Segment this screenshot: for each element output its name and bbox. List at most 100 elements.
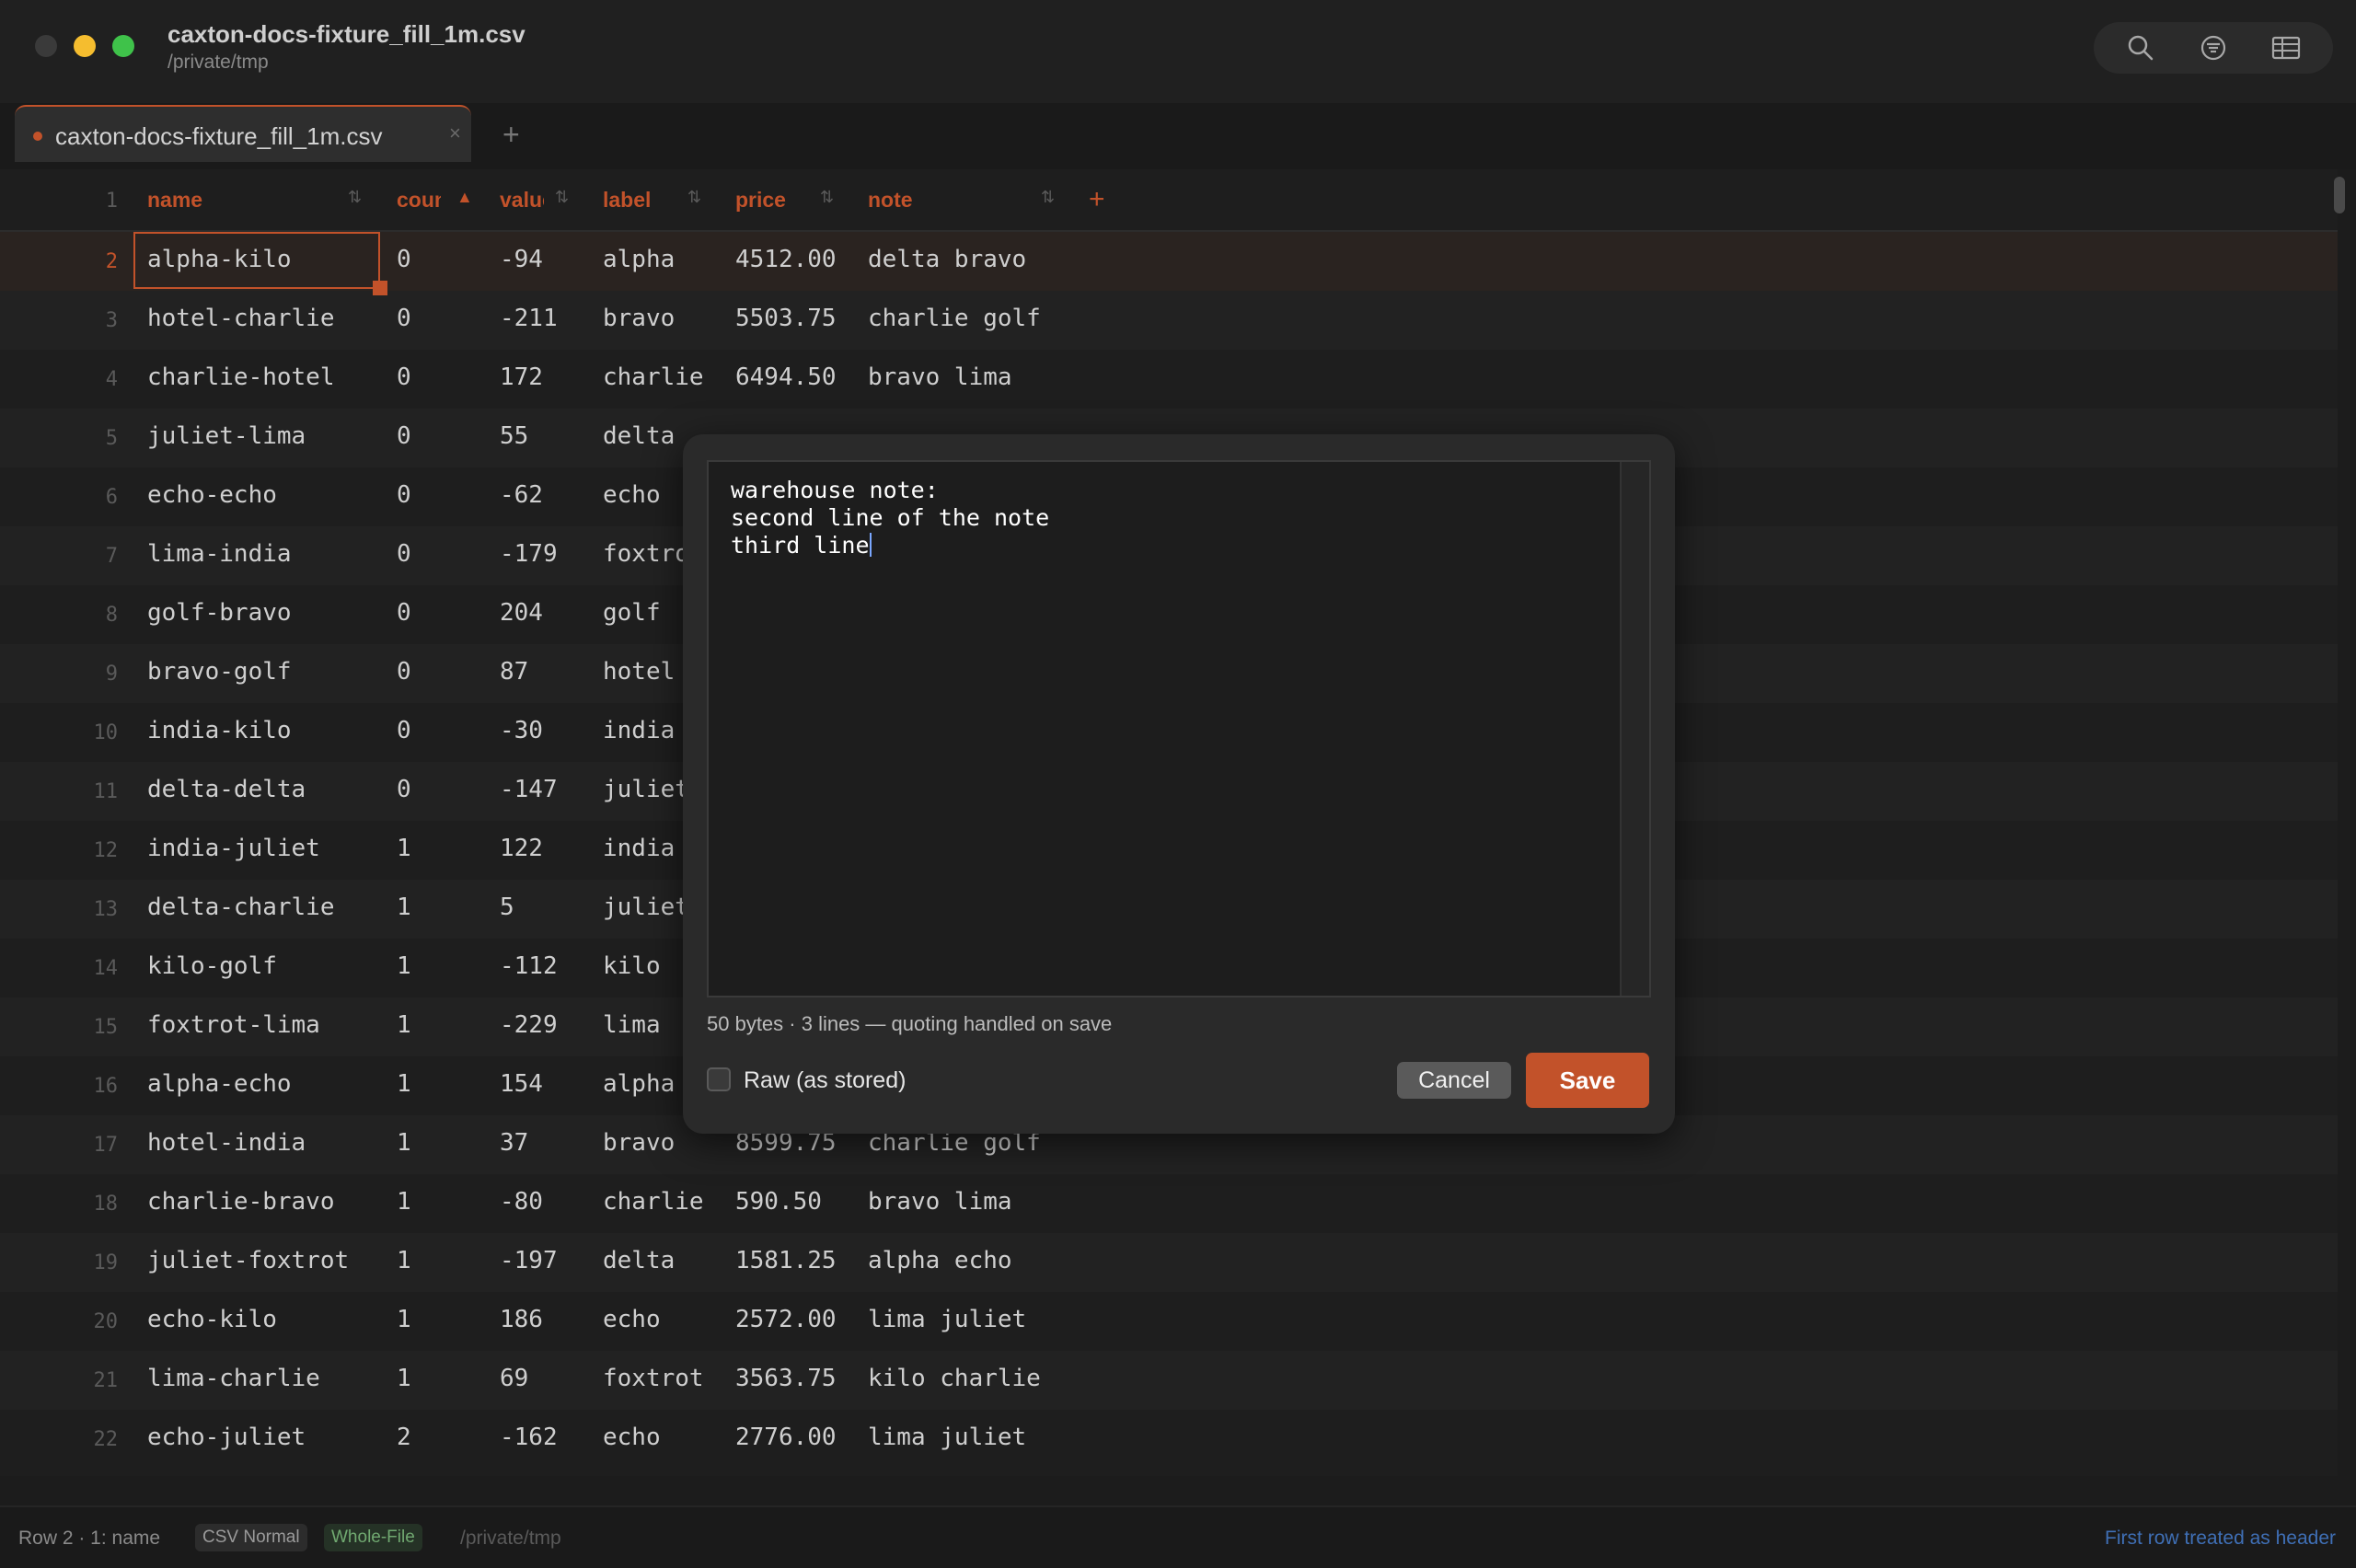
- table-cell[interactable]: india-kilo: [147, 717, 377, 744]
- table-cell[interactable]: 37: [500, 1129, 592, 1157]
- sort-icon[interactable]: ⇅: [555, 188, 569, 207]
- table-cell[interactable]: 2776.00: [735, 1424, 855, 1451]
- multiline-editor[interactable]: warehouse note: second line of the note …: [707, 460, 1651, 997]
- table-cell[interactable]: charlie: [603, 363, 722, 391]
- table-cell[interactable]: 0: [397, 363, 489, 391]
- row-number[interactable]: 15: [0, 1016, 119, 1039]
- table-cell[interactable]: juliet-lima: [147, 422, 377, 450]
- table-cell[interactable]: 87: [500, 658, 592, 686]
- table-cell[interactable]: 0: [397, 481, 489, 509]
- table-cell[interactable]: 154: [500, 1070, 592, 1098]
- table-row[interactable]: 4 charlie-hotel 0 172 charlie 6494.50 bravo li…: [0, 350, 2338, 409]
- row-number[interactable]: 5: [0, 427, 118, 450]
- editor-text[interactable]: warehouse note: second line of the note …: [731, 477, 1049, 559]
- table-cell[interactable]: 5: [500, 894, 592, 921]
- cancel-button[interactable]: Cancel: [1397, 1062, 1511, 1099]
- table-cell[interactable]: bravo: [603, 305, 722, 332]
- table-cell[interactable]: 0: [397, 599, 489, 627]
- table-cell[interactable]: 1: [397, 1247, 489, 1274]
- table-cell[interactable]: 204: [500, 599, 592, 627]
- row-number[interactable]: 7: [0, 545, 118, 568]
- table-cell[interactable]: echo-juliet: [147, 1424, 377, 1451]
- table-cell[interactable]: 1581.25: [735, 1247, 855, 1274]
- table-cell[interactable]: -229: [500, 1011, 592, 1039]
- table-cell[interactable]: 3563.75: [735, 1365, 855, 1392]
- table-row[interactable]: 20 echo-kilo 1 186 echo 2572.00 lima juliet: [0, 1292, 2338, 1351]
- sort-icon[interactable]: ⇅: [1041, 188, 1055, 207]
- table-cell[interactable]: 55: [500, 422, 592, 450]
- row-number[interactable]: 16: [0, 1075, 119, 1098]
- table-cell[interactable]: delta-delta: [147, 776, 377, 803]
- table-cell[interactable]: 122: [500, 835, 592, 862]
- sort-icon[interactable]: ⇅: [687, 188, 701, 207]
- row-number[interactable]: 22: [0, 1428, 119, 1451]
- table-cell[interactable]: alpha-echo: [147, 1070, 377, 1098]
- table-cell[interactable]: 1: [397, 1365, 489, 1392]
- table-cell[interactable]: kilo-golf: [147, 952, 377, 980]
- table-cell[interactable]: golf-bravo: [147, 599, 377, 627]
- table-cell[interactable]: echo-kilo: [147, 1306, 377, 1333]
- table-cell[interactable]: foxtrot: [603, 1365, 722, 1392]
- row-number[interactable]: 8: [0, 604, 118, 627]
- row-number[interactable]: 13: [0, 898, 119, 921]
- table-cell[interactable]: lima-india: [147, 540, 377, 568]
- table-cell[interactable]: -112: [500, 952, 592, 980]
- column-header-value[interactable]: value: [500, 188, 544, 215]
- table-cell[interactable]: charlie-bravo: [147, 1188, 377, 1216]
- table-cell[interactable]: charlie: [603, 1188, 722, 1216]
- row-number[interactable]: 4: [0, 368, 118, 391]
- row-number[interactable]: 10: [0, 721, 119, 744]
- table-cell[interactable]: 1: [397, 1011, 489, 1039]
- table-cell[interactable]: kilo charlie: [868, 1365, 1254, 1392]
- table-cell[interactable]: 6494.50: [735, 363, 855, 391]
- table-cell[interactable]: delta: [603, 1247, 722, 1274]
- vertical-scrollbar[interactable]: [2334, 177, 2345, 213]
- table-row[interactable]: 3 hotel-charlie 0 -211 bravo 5503.75 charlie g…: [0, 291, 2338, 350]
- table-cell[interactable]: 1: [397, 1188, 489, 1216]
- table-cell[interactable]: echo-echo: [147, 481, 377, 509]
- row-number[interactable]: 2: [0, 250, 118, 273]
- sort-ascending-icon[interactable]: ▲: [456, 188, 473, 207]
- table-cell[interactable]: -211: [500, 305, 592, 332]
- tab-file[interactable]: caxton-docs-fixture_fill_1m.csv ×: [15, 105, 471, 162]
- table-cell[interactable]: foxtrot-lima: [147, 1011, 377, 1039]
- table-cell[interactable]: 0: [397, 776, 489, 803]
- fill-handle[interactable]: [373, 281, 387, 295]
- table-cell[interactable]: 2: [397, 1424, 489, 1451]
- filter-icon[interactable]: [2195, 29, 2232, 66]
- table-row[interactable]: 22 echo-juliet 2 -162 echo 2776.00 lima juliet: [0, 1410, 2338, 1469]
- table-cell[interactable]: india-juliet: [147, 835, 377, 862]
- table-cell[interactable]: echo: [603, 1306, 722, 1333]
- table-cell[interactable]: bravo lima: [868, 363, 1254, 391]
- table-cell[interactable]: 4512.00: [735, 246, 855, 273]
- table-cell[interactable]: lima-charlie: [147, 1365, 377, 1392]
- table-cell[interactable]: lima juliet: [868, 1424, 1254, 1451]
- row-number[interactable]: 9: [0, 663, 118, 686]
- table-cell[interactable]: delta bravo: [868, 246, 1254, 273]
- row-number[interactable]: 14: [0, 957, 119, 980]
- table-cell[interactable]: charlie-hotel: [147, 363, 377, 391]
- table-cell[interactable]: juliet-foxtrot: [147, 1247, 377, 1274]
- editor-scrollbar[interactable]: [1620, 462, 1649, 996]
- table-cell[interactable]: 2572.00: [735, 1306, 855, 1333]
- table-cell[interactable]: 186: [500, 1306, 592, 1333]
- table-cell[interactable]: bravo-golf: [147, 658, 377, 686]
- zoom-window-button[interactable]: [112, 35, 134, 57]
- close-window-button[interactable]: [35, 35, 57, 57]
- table-cell[interactable]: -147: [500, 776, 592, 803]
- column-header-price[interactable]: price: [735, 188, 818, 215]
- row-number[interactable]: 12: [0, 839, 119, 862]
- table-cell[interactable]: echo: [603, 1424, 722, 1451]
- table-cell[interactable]: 1: [397, 894, 489, 921]
- table-cell[interactable]: 0: [397, 717, 489, 744]
- raw-checkbox-label[interactable]: Raw (as stored): [744, 1067, 906, 1094]
- sort-icon[interactable]: ⇅: [348, 188, 362, 207]
- table-cell[interactable]: hotel-india: [147, 1129, 377, 1157]
- table-cell[interactable]: 0: [397, 305, 489, 332]
- table-cell[interactable]: 1: [397, 1129, 489, 1157]
- table-cell[interactable]: bravo lima: [868, 1188, 1254, 1216]
- table-cell[interactable]: alpha: [603, 246, 722, 273]
- table-icon[interactable]: [2268, 29, 2304, 66]
- table-cell[interactable]: hotel-charlie: [147, 305, 377, 332]
- column-header-note[interactable]: note: [868, 188, 1034, 215]
